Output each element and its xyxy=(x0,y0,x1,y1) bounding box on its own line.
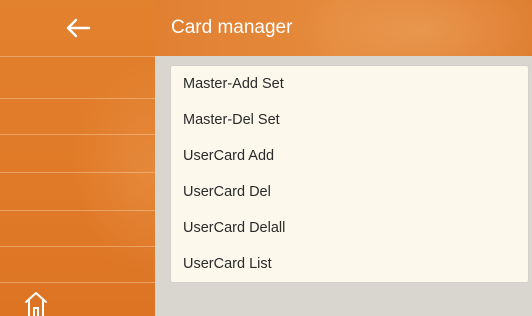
menu-item-master-add-set[interactable]: Master-Add Set xyxy=(171,66,528,102)
arrow-left-icon xyxy=(66,18,90,38)
sidebar-divider xyxy=(0,282,155,283)
menu-item-usercard-delall[interactable]: UserCard Delall xyxy=(171,210,528,246)
menu-item-usercard-list[interactable]: UserCard List xyxy=(171,246,528,282)
sidebar-texture xyxy=(70,60,155,280)
page-title: Card manager xyxy=(171,17,293,38)
card-manager-screen: Card manager Master-Add Set Master-Del S… xyxy=(0,0,532,316)
sidebar-divider xyxy=(0,134,155,135)
menu-list: Master-Add Set Master-Del Set UserCard A… xyxy=(171,66,528,282)
sidebar-divider xyxy=(0,98,155,99)
back-button[interactable] xyxy=(0,0,155,56)
home-button[interactable] xyxy=(22,288,50,316)
sidebar-divider xyxy=(0,56,155,57)
header-bar: Card manager xyxy=(155,0,532,56)
menu-item-usercard-add[interactable]: UserCard Add xyxy=(171,138,528,174)
menu-item-usercard-del[interactable]: UserCard Del xyxy=(171,174,528,210)
sidebar-divider xyxy=(0,246,155,247)
home-icon xyxy=(25,292,47,316)
menu-item-master-del-set[interactable]: Master-Del Set xyxy=(171,102,528,138)
header-texture xyxy=(292,0,532,56)
sidebar-divider xyxy=(0,172,155,173)
menu-panel: Master-Add Set Master-Del Set UserCard A… xyxy=(171,66,528,282)
sidebar-divider xyxy=(0,210,155,211)
sidebar xyxy=(0,0,155,316)
